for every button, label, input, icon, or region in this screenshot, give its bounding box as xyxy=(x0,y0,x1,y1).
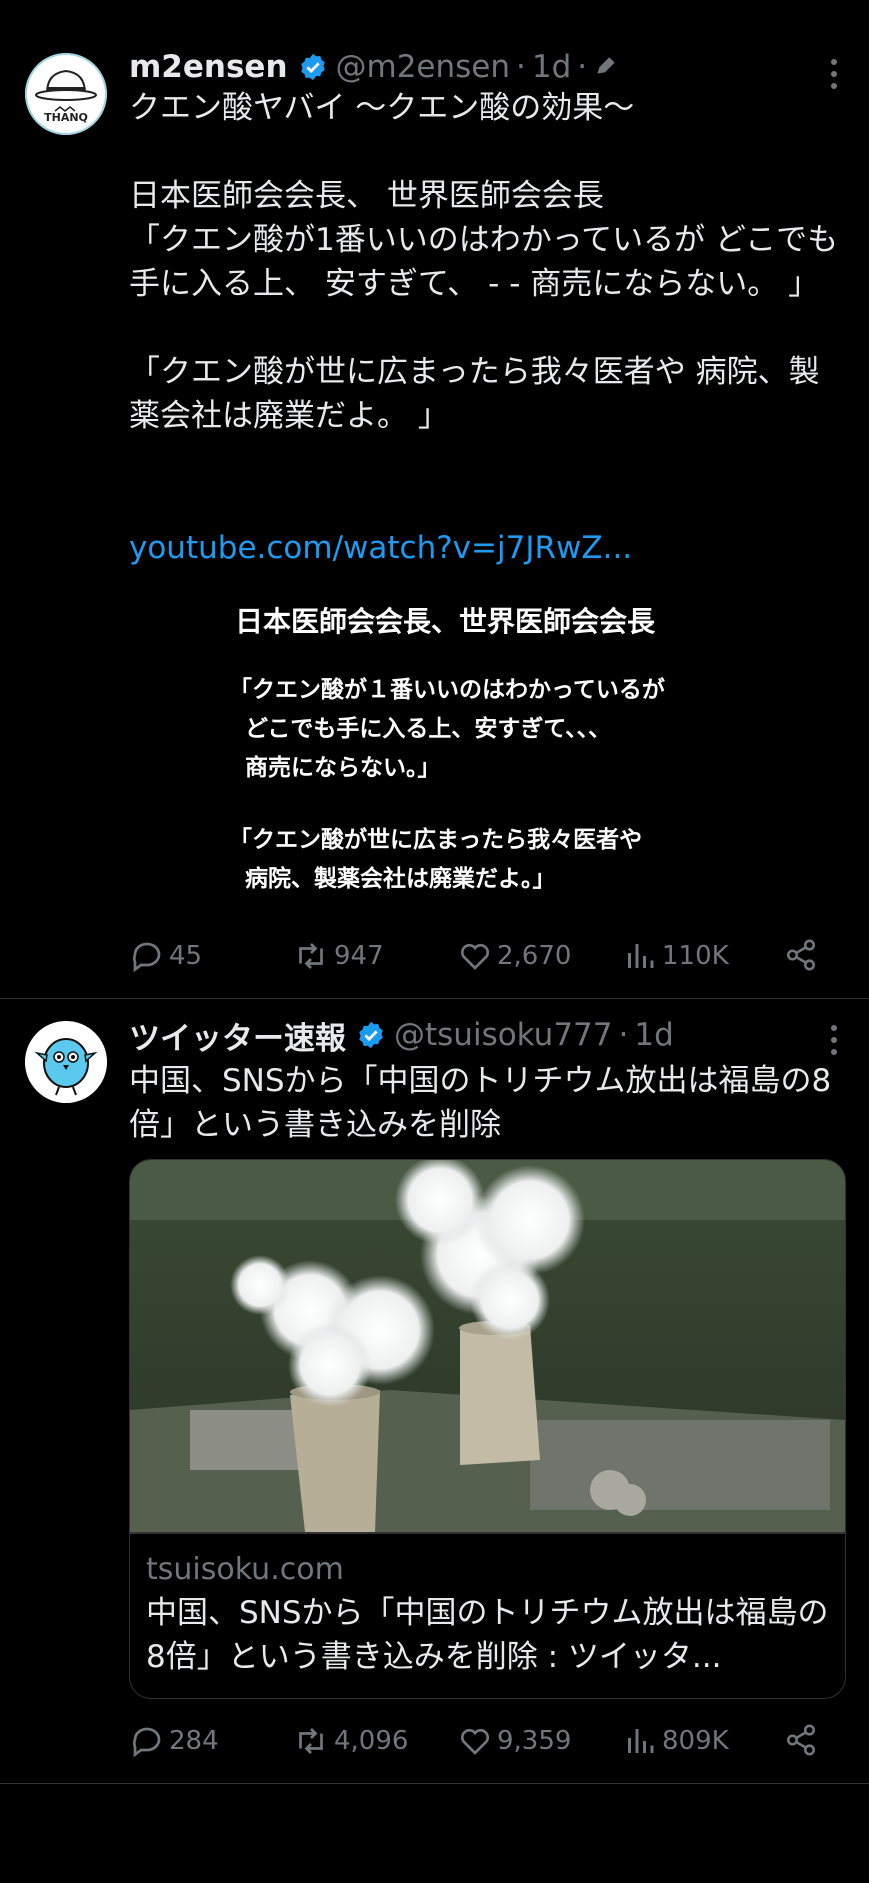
image-line: 「クエン酸が世に広まったら我々医者や xyxy=(229,827,643,853)
share-icon xyxy=(786,1724,816,1756)
tweet[interactable]: ツイッター速報 @tsuisoku777 · 1d 中国、SNSから「中国のトリ… xyxy=(0,999,869,1784)
avatar[interactable]: THANQ xyxy=(25,53,107,135)
timestamp[interactable]: 1d xyxy=(532,49,571,85)
views-button[interactable]: 110K xyxy=(622,938,729,974)
handle[interactable]: @tsuisoku777 xyxy=(394,1017,613,1053)
handle[interactable]: @m2ensen xyxy=(336,49,511,85)
like-button[interactable]: 2,670 xyxy=(457,938,571,974)
display-name[interactable]: m2ensen xyxy=(129,49,288,85)
verified-badge-icon xyxy=(359,1021,383,1049)
divider xyxy=(0,1783,869,1784)
tweet-actions: 284 4,096 9,359 809K xyxy=(129,1723,829,1763)
view-count: 110K xyxy=(662,941,729,971)
separator-dot: · xyxy=(577,49,588,85)
share-button[interactable] xyxy=(784,938,822,972)
reply-icon xyxy=(132,1727,161,1758)
image-line: 商売にならない。」 xyxy=(229,755,441,781)
tweet-link[interactable]: youtube.com/watch?v=j7JRwZ... xyxy=(129,530,632,566)
share-icon xyxy=(786,939,816,971)
view-count: 809K xyxy=(662,1726,729,1756)
separator-dot: · xyxy=(516,49,526,85)
dot-icon xyxy=(831,1037,837,1043)
retweet-icon xyxy=(299,1728,323,1754)
views-chart-icon xyxy=(628,944,654,968)
retweet-button[interactable]: 4,096 xyxy=(292,1723,408,1759)
dot-icon xyxy=(831,1025,837,1031)
views-button[interactable]: 809K xyxy=(622,1723,729,1759)
separator-dot: · xyxy=(618,1017,629,1053)
tweet-text: 中国、SNSから「中国のトリチウム放出は福島の8倍」という書き込みを削除 xyxy=(129,1063,832,1143)
text-image[interactable]: 日本医師会会長、世界医師会会長 「クエン酸が１番いいのはわかっているが どこでも… xyxy=(129,600,844,900)
like-count: 2,670 xyxy=(497,941,572,971)
like-count: 9,359 xyxy=(497,1726,572,1756)
timestamp[interactable]: 1d xyxy=(634,1017,673,1053)
hat-avatar-icon: THANQ xyxy=(25,53,107,135)
retweet-button[interactable]: 947 xyxy=(292,938,384,974)
tweet-text: クエン酸ヤバイ ～クエン酸の効果～ 日本医師会会長、 世界医師会会長 「クエン酸… xyxy=(129,90,839,434)
tweet-header: m2ensen @m2ensen · 1d · xyxy=(129,47,849,87)
image-line: 「クエン酸が１番いいのはわかっているが xyxy=(229,677,665,703)
retweet-icon xyxy=(299,943,323,969)
image-line: どこでも手に入る上、安すぎて、、、 xyxy=(229,716,612,742)
views-chart-icon xyxy=(628,1729,654,1753)
dot-icon xyxy=(831,1049,837,1055)
card-domain: tsuisoku.com xyxy=(146,1552,344,1587)
svg-text:THANQ: THANQ xyxy=(44,111,88,124)
dot-icon xyxy=(831,59,837,65)
link-card[interactable]: tsuisoku.com 中国、SNSから「中国のトリチウム放出は福島の8倍」と… xyxy=(129,1159,846,1699)
tweet[interactable]: THANQ m2ensen @m2ensen · 1d · クエン酸ヤバイ ～ク… xyxy=(0,0,869,998)
image-title: 日本医師会会長、世界医師会会長 xyxy=(235,605,656,638)
reply-button[interactable]: 45 xyxy=(129,938,202,974)
more-options-button[interactable] xyxy=(831,1025,839,1061)
reply-count: 45 xyxy=(169,941,203,971)
edited-pencil-icon xyxy=(597,57,615,74)
retweet-count: 4,096 xyxy=(334,1726,409,1756)
tweet-header: ツイッター速報 @tsuisoku777 · 1d xyxy=(129,1013,849,1058)
cooling-towers-photo xyxy=(130,1160,845,1532)
reply-icon xyxy=(132,942,161,973)
bird-avatar-icon xyxy=(25,1021,107,1103)
image-line: 病院、製薬会社は廃業だよ。」 xyxy=(229,866,556,892)
heart-icon xyxy=(460,943,490,970)
verified-badge-icon xyxy=(300,53,325,81)
card-title: 中国、SNSから「中国のトリチウム放出は福島の8倍」という書き込みを削除 : ツ… xyxy=(146,1595,829,1675)
display-name[interactable]: ツイッター速報 xyxy=(129,1013,346,1058)
tweet-actions: 45 947 2,670 110K xyxy=(129,938,829,978)
heart-icon xyxy=(460,1728,490,1755)
dot-icon xyxy=(831,71,837,77)
retweet-count: 947 xyxy=(334,941,384,971)
like-button[interactable]: 9,359 xyxy=(457,1723,571,1759)
reply-count: 284 xyxy=(169,1726,219,1756)
reply-button[interactable]: 284 xyxy=(129,1723,219,1759)
avatar[interactable] xyxy=(25,1021,107,1103)
share-button[interactable] xyxy=(784,1723,822,1757)
